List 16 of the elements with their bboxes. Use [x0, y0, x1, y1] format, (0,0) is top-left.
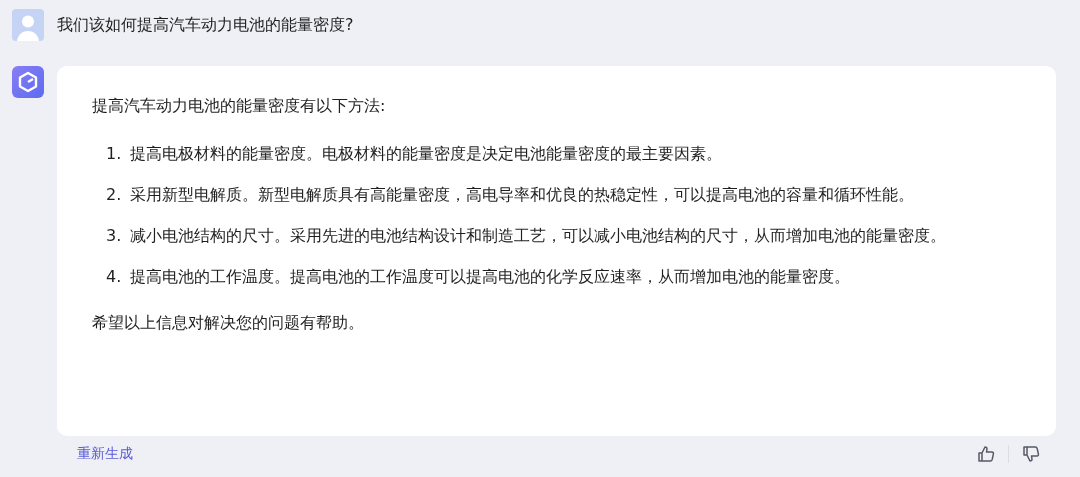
- bot-logo-icon: [12, 66, 44, 98]
- thumbs-up-icon[interactable]: [977, 445, 995, 463]
- user-avatar-icon: [12, 9, 44, 41]
- answer-text: 希望以上信息对解决您的问题有帮助。: [92, 312, 365, 334]
- question-text: 我们该如何提高汽车动力电池的能量密度?: [57, 14, 354, 36]
- list-number: 2.: [106, 184, 123, 206]
- list-number: 3.: [106, 225, 123, 247]
- regenerate-button[interactable]: 重新生成: [77, 445, 133, 463]
- list-item-text: 减小电池结构的尺寸。采用先进的电池结构设计和制造工艺，可以减小电池结构的尺寸，从而增加电池的能量密度。: [130, 225, 947, 247]
- list-number: 1.: [106, 143, 123, 165]
- list-item-text: 提高电极材料的能量密度。电极材料的能量密度是决定电池能量密度的最主要因素。: [130, 143, 723, 165]
- list-item-text: 提高电池的工作温度。提高电池的工作温度可以提高电池的化学反应速率，从而增加电池的能量密度。: [130, 266, 851, 288]
- thumbs-down-icon[interactable]: [1022, 445, 1040, 463]
- list-item-text: 采用新型电解质。新型电解质具有高能量密度，高电导率和优良的热稳定性，可以提高电池的容量和循环性能。: [130, 184, 915, 206]
- answer-text: 提高汽车动力电池的能量密度有以下方法:: [92, 95, 387, 117]
- list-number: 4.: [106, 266, 123, 288]
